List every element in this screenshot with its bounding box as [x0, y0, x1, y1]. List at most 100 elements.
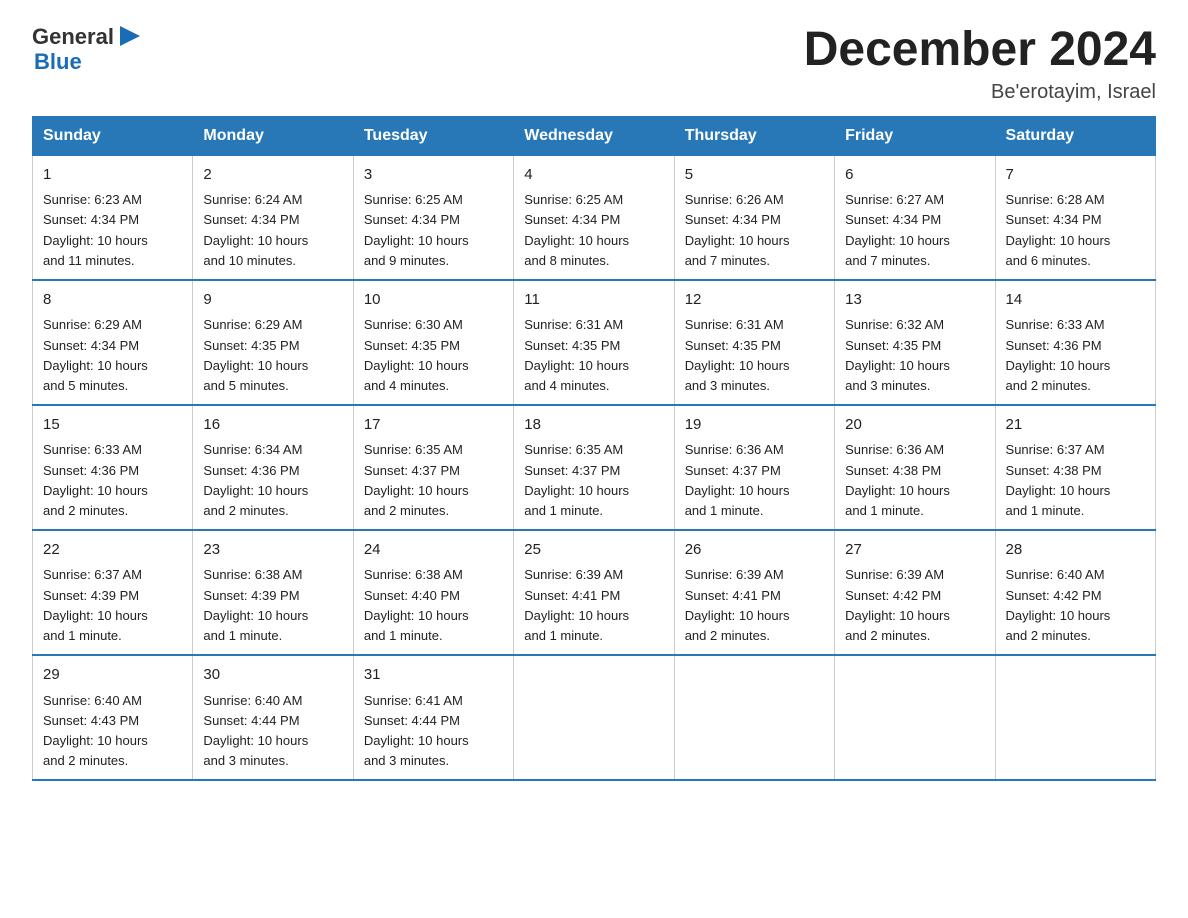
day-info: Sunrise: 6:27 AM Sunset: 4:34 PM Dayligh… — [845, 190, 984, 271]
day-number: 21 — [1006, 414, 1145, 437]
day-number: 28 — [1006, 539, 1145, 562]
calendar-table: SundayMondayTuesdayWednesdayThursdayFrid… — [32, 116, 1156, 781]
day-info: Sunrise: 6:29 AM Sunset: 4:34 PM Dayligh… — [43, 315, 182, 396]
calendar-day-cell: 24 Sunrise: 6:38 AM Sunset: 4:40 PM Dayl… — [353, 530, 513, 655]
logo: General Blue — [32, 24, 144, 74]
day-number: 18 — [524, 414, 663, 437]
day-number: 17 — [364, 414, 503, 437]
day-of-week-header: Thursday — [674, 116, 834, 155]
calendar-day-cell: 30 Sunrise: 6:40 AM Sunset: 4:44 PM Dayl… — [193, 655, 353, 780]
day-info: Sunrise: 6:40 AM Sunset: 4:42 PM Dayligh… — [1006, 565, 1145, 646]
calendar-week-row: 1 Sunrise: 6:23 AM Sunset: 4:34 PM Dayli… — [33, 155, 1156, 280]
day-info: Sunrise: 6:35 AM Sunset: 4:37 PM Dayligh… — [364, 440, 503, 521]
day-info: Sunrise: 6:36 AM Sunset: 4:38 PM Dayligh… — [845, 440, 984, 521]
calendar-day-cell: 1 Sunrise: 6:23 AM Sunset: 4:34 PM Dayli… — [33, 155, 193, 280]
day-info: Sunrise: 6:39 AM Sunset: 4:41 PM Dayligh… — [524, 565, 663, 646]
month-title: December 2024 — [804, 24, 1156, 77]
calendar-day-cell — [995, 655, 1155, 780]
calendar-day-cell: 8 Sunrise: 6:29 AM Sunset: 4:34 PM Dayli… — [33, 280, 193, 405]
day-info: Sunrise: 6:37 AM Sunset: 4:38 PM Dayligh… — [1006, 440, 1145, 521]
day-number: 19 — [685, 414, 824, 437]
day-info: Sunrise: 6:28 AM Sunset: 4:34 PM Dayligh… — [1006, 190, 1145, 271]
day-info: Sunrise: 6:25 AM Sunset: 4:34 PM Dayligh… — [524, 190, 663, 271]
day-info: Sunrise: 6:24 AM Sunset: 4:34 PM Dayligh… — [203, 190, 342, 271]
day-info: Sunrise: 6:25 AM Sunset: 4:34 PM Dayligh… — [364, 190, 503, 271]
day-number: 2 — [203, 164, 342, 187]
calendar-day-cell: 17 Sunrise: 6:35 AM Sunset: 4:37 PM Dayl… — [353, 405, 513, 530]
day-number: 31 — [364, 664, 503, 687]
calendar-day-cell: 15 Sunrise: 6:33 AM Sunset: 4:36 PM Dayl… — [33, 405, 193, 530]
day-number: 7 — [1006, 164, 1145, 187]
day-number: 22 — [43, 539, 182, 562]
calendar-day-cell: 7 Sunrise: 6:28 AM Sunset: 4:34 PM Dayli… — [995, 155, 1155, 280]
day-number: 29 — [43, 664, 182, 687]
day-number: 3 — [364, 164, 503, 187]
calendar-week-row: 15 Sunrise: 6:33 AM Sunset: 4:36 PM Dayl… — [33, 405, 1156, 530]
calendar-day-cell: 19 Sunrise: 6:36 AM Sunset: 4:37 PM Dayl… — [674, 405, 834, 530]
day-info: Sunrise: 6:34 AM Sunset: 4:36 PM Dayligh… — [203, 440, 342, 521]
calendar-day-cell: 2 Sunrise: 6:24 AM Sunset: 4:34 PM Dayli… — [193, 155, 353, 280]
day-number: 25 — [524, 539, 663, 562]
calendar-day-cell — [674, 655, 834, 780]
day-number: 15 — [43, 414, 182, 437]
day-of-week-header: Monday — [193, 116, 353, 155]
day-of-week-header: Sunday — [33, 116, 193, 155]
calendar-day-cell — [835, 655, 995, 780]
day-info: Sunrise: 6:39 AM Sunset: 4:41 PM Dayligh… — [685, 565, 824, 646]
day-info: Sunrise: 6:29 AM Sunset: 4:35 PM Dayligh… — [203, 315, 342, 396]
day-number: 27 — [845, 539, 984, 562]
logo-blue-text: Blue — [34, 50, 144, 74]
calendar-day-cell: 4 Sunrise: 6:25 AM Sunset: 4:34 PM Dayli… — [514, 155, 674, 280]
calendar-day-cell: 6 Sunrise: 6:27 AM Sunset: 4:34 PM Dayli… — [835, 155, 995, 280]
day-info: Sunrise: 6:32 AM Sunset: 4:35 PM Dayligh… — [845, 315, 984, 396]
day-of-week-header: Tuesday — [353, 116, 513, 155]
day-number: 20 — [845, 414, 984, 437]
day-number: 1 — [43, 164, 182, 187]
day-info: Sunrise: 6:30 AM Sunset: 4:35 PM Dayligh… — [364, 315, 503, 396]
day-info: Sunrise: 6:37 AM Sunset: 4:39 PM Dayligh… — [43, 565, 182, 646]
calendar-day-cell: 28 Sunrise: 6:40 AM Sunset: 4:42 PM Dayl… — [995, 530, 1155, 655]
location-title: Be'erotayim, Israel — [804, 81, 1156, 104]
day-info: Sunrise: 6:26 AM Sunset: 4:34 PM Dayligh… — [685, 190, 824, 271]
logo-triangle-icon — [116, 22, 144, 50]
calendar-week-row: 29 Sunrise: 6:40 AM Sunset: 4:43 PM Dayl… — [33, 655, 1156, 780]
calendar-day-cell: 21 Sunrise: 6:37 AM Sunset: 4:38 PM Dayl… — [995, 405, 1155, 530]
day-number: 24 — [364, 539, 503, 562]
day-info: Sunrise: 6:33 AM Sunset: 4:36 PM Dayligh… — [1006, 315, 1145, 396]
day-number: 12 — [685, 289, 824, 312]
calendar-day-cell: 31 Sunrise: 6:41 AM Sunset: 4:44 PM Dayl… — [353, 655, 513, 780]
calendar-day-cell: 26 Sunrise: 6:39 AM Sunset: 4:41 PM Dayl… — [674, 530, 834, 655]
day-info: Sunrise: 6:40 AM Sunset: 4:44 PM Dayligh… — [203, 691, 342, 772]
page-header: General Blue December 2024 Be'erotayim, … — [32, 24, 1156, 104]
day-number: 10 — [364, 289, 503, 312]
day-info: Sunrise: 6:33 AM Sunset: 4:36 PM Dayligh… — [43, 440, 182, 521]
day-info: Sunrise: 6:36 AM Sunset: 4:37 PM Dayligh… — [685, 440, 824, 521]
day-number: 11 — [524, 289, 663, 312]
day-info: Sunrise: 6:31 AM Sunset: 4:35 PM Dayligh… — [524, 315, 663, 396]
calendar-day-cell: 29 Sunrise: 6:40 AM Sunset: 4:43 PM Dayl… — [33, 655, 193, 780]
calendar-day-cell — [514, 655, 674, 780]
day-number: 16 — [203, 414, 342, 437]
day-of-week-header: Saturday — [995, 116, 1155, 155]
day-info: Sunrise: 6:38 AM Sunset: 4:40 PM Dayligh… — [364, 565, 503, 646]
day-info: Sunrise: 6:23 AM Sunset: 4:34 PM Dayligh… — [43, 190, 182, 271]
day-info: Sunrise: 6:41 AM Sunset: 4:44 PM Dayligh… — [364, 691, 503, 772]
calendar-week-row: 22 Sunrise: 6:37 AM Sunset: 4:39 PM Dayl… — [33, 530, 1156, 655]
calendar-day-cell: 13 Sunrise: 6:32 AM Sunset: 4:35 PM Dayl… — [835, 280, 995, 405]
calendar-day-cell: 27 Sunrise: 6:39 AM Sunset: 4:42 PM Dayl… — [835, 530, 995, 655]
day-number: 13 — [845, 289, 984, 312]
day-info: Sunrise: 6:31 AM Sunset: 4:35 PM Dayligh… — [685, 315, 824, 396]
calendar-day-cell: 20 Sunrise: 6:36 AM Sunset: 4:38 PM Dayl… — [835, 405, 995, 530]
calendar-day-cell: 5 Sunrise: 6:26 AM Sunset: 4:34 PM Dayli… — [674, 155, 834, 280]
logo-general-text: General — [32, 25, 114, 49]
day-number: 23 — [203, 539, 342, 562]
calendar-day-cell: 9 Sunrise: 6:29 AM Sunset: 4:35 PM Dayli… — [193, 280, 353, 405]
calendar-day-cell: 18 Sunrise: 6:35 AM Sunset: 4:37 PM Dayl… — [514, 405, 674, 530]
day-of-week-header: Friday — [835, 116, 995, 155]
day-number: 6 — [845, 164, 984, 187]
calendar-day-cell: 25 Sunrise: 6:39 AM Sunset: 4:41 PM Dayl… — [514, 530, 674, 655]
day-info: Sunrise: 6:39 AM Sunset: 4:42 PM Dayligh… — [845, 565, 984, 646]
day-of-week-header: Wednesday — [514, 116, 674, 155]
day-number: 5 — [685, 164, 824, 187]
day-number: 14 — [1006, 289, 1145, 312]
